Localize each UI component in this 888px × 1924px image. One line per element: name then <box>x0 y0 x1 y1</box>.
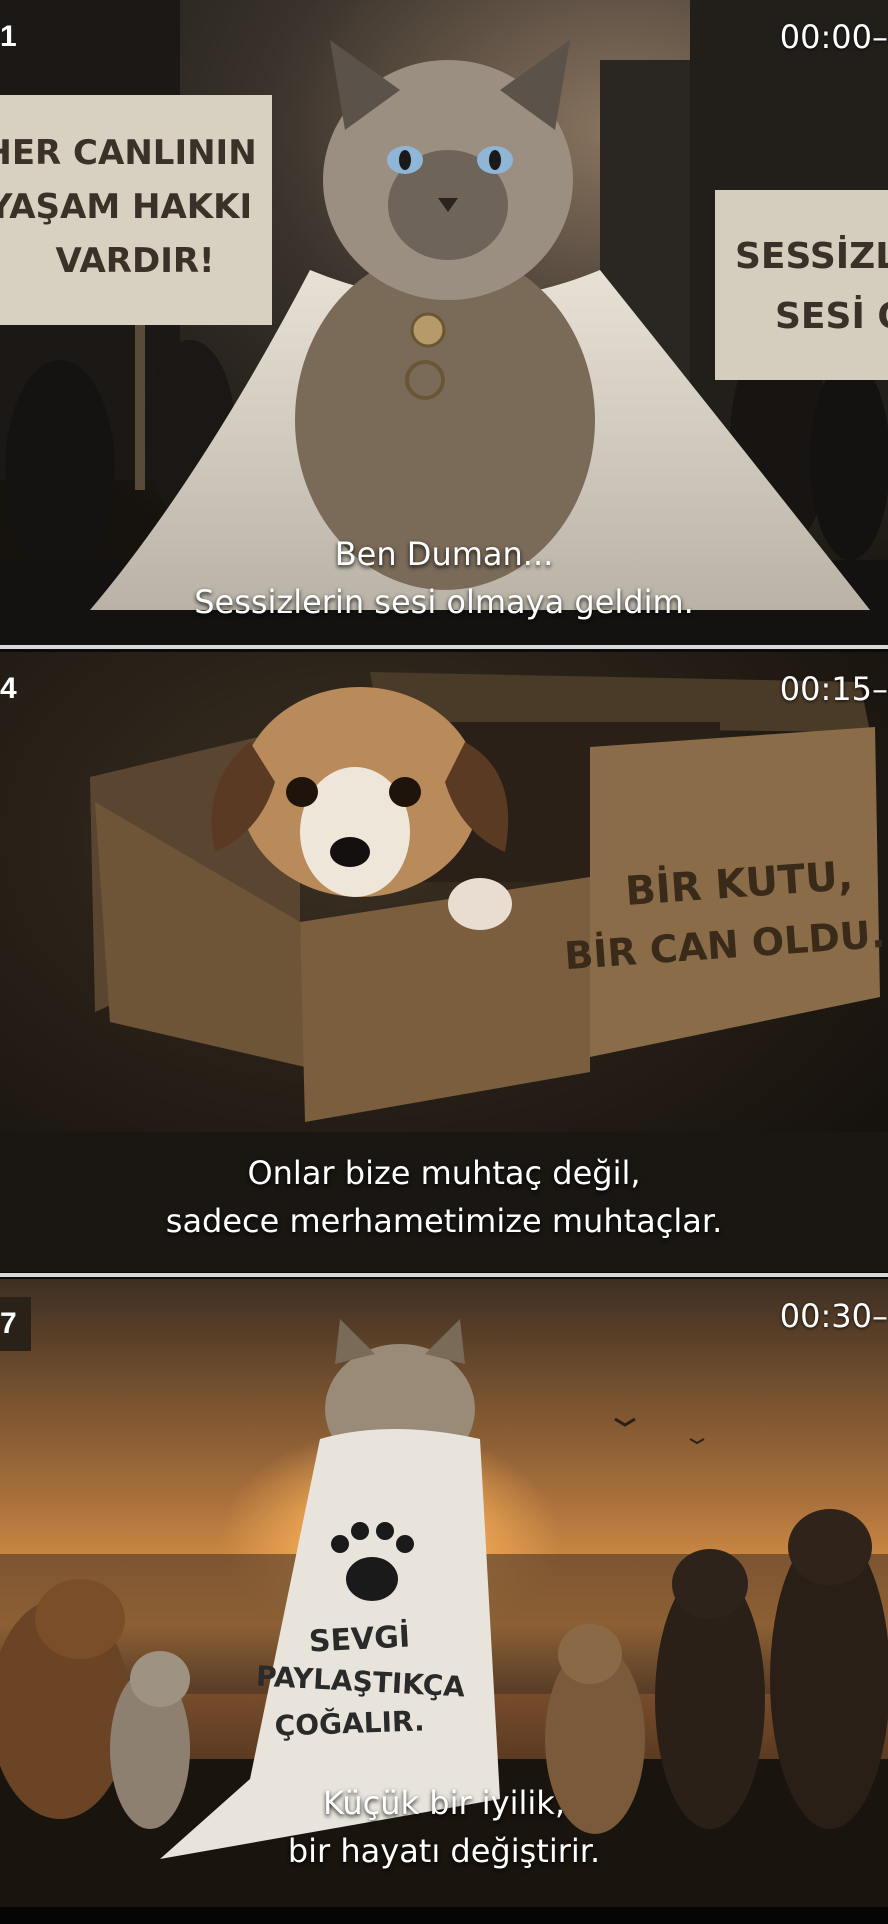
frame-timestamp: 00:30– <box>779 1297 888 1335</box>
subtitle-line-1: Ben Duman... <box>334 535 554 573</box>
subtitle: Ben Duman... Sessizlerin sesi olmaya gel… <box>0 530 888 626</box>
subtitle: Küçük bir iyilik, bir hayatı değiştirir. <box>0 1779 888 1875</box>
frame-divider <box>0 645 888 649</box>
sign-left-line-3: VARDIR! <box>55 241 214 281</box>
subtitle-line-1: Onlar bize muhtaç değil, <box>247 1154 641 1192</box>
frame-timestamp: 00:00– <box>779 18 888 56</box>
cape-text-line-3: ÇOĞALIR. <box>274 1703 425 1742</box>
video-frame-3[interactable]: SEVGİ PAYLAŞTIKÇA ÇOĞALIR. 7 00:30– Küçü… <box>0 1279 888 1907</box>
frame-index: 4 <box>0 672 17 705</box>
frame-index: 1 <box>0 20 17 53</box>
bottom-bar <box>0 1907 888 1924</box>
subtitle-line-2: bir hayatı değiştirir. <box>287 1832 601 1870</box>
subtitle-line-1: Küçük bir iyilik, <box>323 1784 565 1822</box>
svg-text:SESSİZL: SESSİZL <box>735 235 888 277</box>
subtitle-line-2: Sessizlerin sesi olmaya geldim. <box>194 583 694 621</box>
subtitle: Onlar bize muhtaç değil, sadece merhamet… <box>0 1149 888 1245</box>
svg-text:SESİ O: SESİ O <box>775 295 888 337</box>
video-frame-2[interactable]: BİR KUTU, BİR CAN OLDU... 4 00:15– Onlar… <box>0 652 888 1272</box>
frame-index: 7 <box>0 1297 31 1351</box>
frame-timestamp: 00:15– <box>779 670 888 708</box>
cape-text-line-1: SEVGİ <box>308 1618 411 1659</box>
frame-divider <box>0 1273 888 1277</box>
sign-left-line-2: YAŞAM HAKKI <box>0 187 252 227</box>
sign-left-line-1: HER CANLININ <box>0 133 257 173</box>
video-frame-1[interactable]: HER CANLININ YAŞAM HAKKI VARDIR! SESSİZL… <box>0 0 888 645</box>
subtitle-line-2: sadece merhametimize muhtaçlar. <box>165 1202 723 1240</box>
